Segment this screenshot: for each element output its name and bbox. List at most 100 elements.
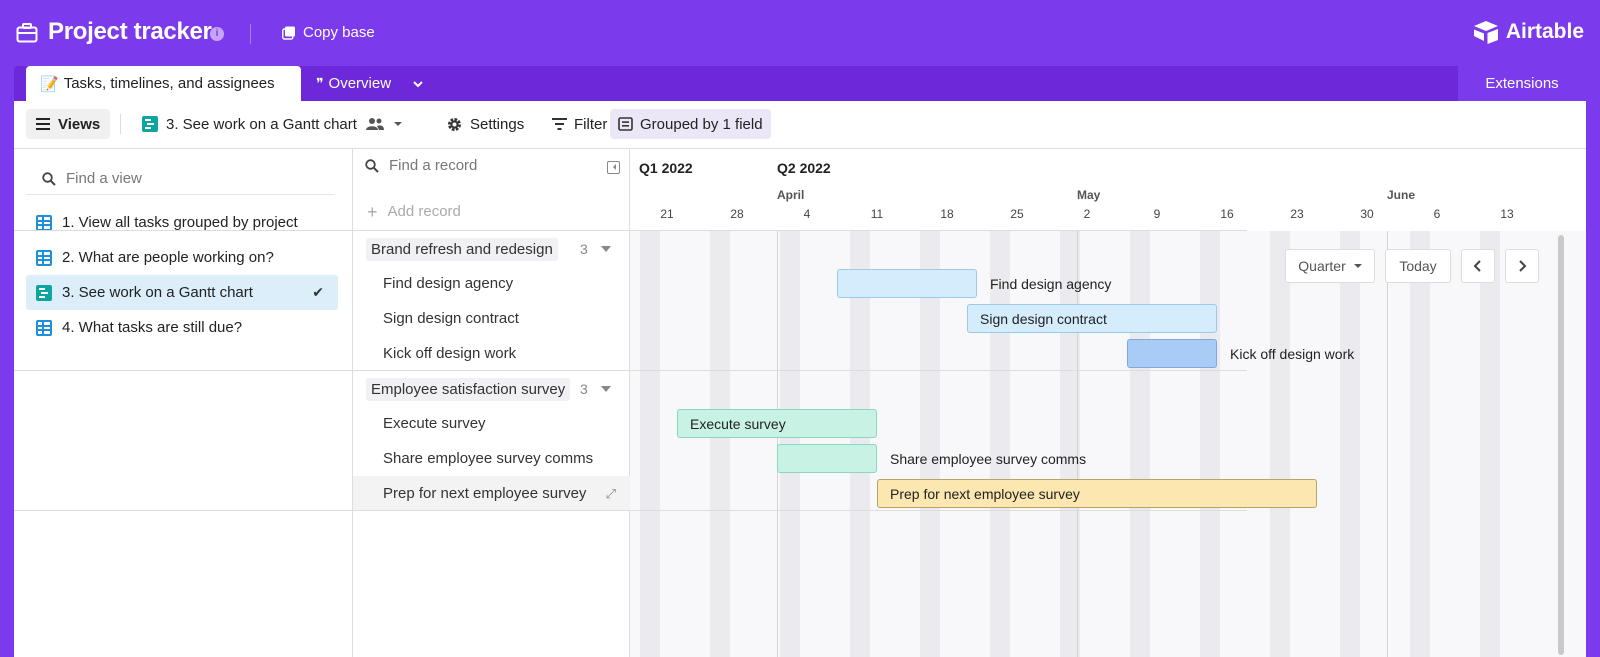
- add-record-button[interactable]: + Add record: [367, 203, 461, 221]
- sidebar-view-3[interactable]: 3. See work on a Gantt chart ✔: [26, 275, 338, 310]
- search-icon: [365, 158, 379, 173]
- sidebar-view-2[interactable]: 2. What are people working on?: [26, 240, 338, 275]
- weekend-stripe: [710, 231, 730, 657]
- current-view-label: 3. See work on a Gantt chart: [166, 115, 357, 133]
- record-row[interactable]: Execute survey: [353, 406, 630, 441]
- group-header[interactable]: Employee satisfaction survey 3: [353, 371, 630, 406]
- search-icon: [42, 171, 56, 186]
- briefcase-icon: [16, 22, 38, 44]
- zoom-select[interactable]: Quarter: [1285, 249, 1375, 283]
- tab-overview[interactable]: ❞ Overview: [316, 66, 391, 101]
- caret-down-icon: [393, 122, 402, 126]
- next-button[interactable]: [1505, 249, 1539, 283]
- record-row[interactable]: Kick off design work: [353, 336, 630, 371]
- tab-overview-label: Overview: [328, 75, 392, 92]
- collapse-panel-icon[interactable]: [607, 161, 620, 174]
- filter-icon: [552, 118, 567, 130]
- airtable-logo-icon: [1473, 21, 1498, 44]
- views-label: Views: [58, 115, 101, 133]
- toolbar-divider: [120, 114, 121, 134]
- gantt-bar-label: Find design agency: [990, 276, 1112, 292]
- filter-label: Filter: [574, 115, 608, 133]
- record-row-label: Prep for next employee survey: [383, 485, 587, 502]
- gantt-bar[interactable]: [837, 269, 977, 298]
- current-view-menu[interactable]: 3. See work on a Gantt chart: [142, 109, 403, 139]
- record-row[interactable]: Share employee survey comms: [353, 441, 630, 476]
- weekend-stripe: [1340, 231, 1360, 657]
- group-label: Grouped by 1 field: [640, 115, 763, 133]
- info-icon[interactable]: i: [210, 27, 224, 41]
- day-tick-label: 21: [660, 207, 674, 221]
- day-tick-label: 11: [870, 207, 884, 221]
- chevron-down-icon[interactable]: [410, 76, 426, 92]
- collaborators-icon: [365, 118, 384, 130]
- day-tick-label: 28: [730, 207, 744, 221]
- views-sidebar: Find a view 1. View all tasks grouped by…: [14, 149, 353, 657]
- expand-icon[interactable]: ⤢: [606, 486, 616, 502]
- filter-button[interactable]: Filter: [544, 109, 615, 139]
- caret-down-icon[interactable]: [601, 246, 611, 252]
- sidebar-view-label: 1. View all tasks grouped by project: [62, 214, 298, 231]
- group-button[interactable]: Grouped by 1 field: [610, 109, 771, 139]
- gantt-bar-label: Share employee survey comms: [890, 451, 1087, 467]
- gear-icon: [448, 117, 461, 131]
- settings-button[interactable]: Settings: [438, 109, 532, 139]
- checkmark-icon: ✔: [312, 284, 324, 300]
- month-label: May: [1077, 188, 1101, 202]
- group-divider: [14, 370, 1247, 371]
- gantt-bar[interactable]: Execute survey: [677, 409, 877, 438]
- group-divider: [14, 510, 1247, 511]
- tab-tasks-label: Tasks, timelines, and assignees: [63, 75, 275, 92]
- view-toolbar: Views 3. See work on a Gantt chart Setti…: [14, 101, 1586, 149]
- caret-down-icon[interactable]: [601, 386, 611, 392]
- group-icon: [618, 117, 633, 131]
- scrollbar-thumb[interactable]: [1558, 235, 1564, 655]
- weekend-stripe: [640, 231, 660, 657]
- memo-emoji-icon: 📝: [40, 75, 59, 93]
- sidebar-view-label: 4. What tasks are still due?: [62, 319, 243, 336]
- grid-icon: [36, 249, 52, 266]
- quarter-label: Q2 2022: [777, 160, 831, 176]
- today-button[interactable]: Today: [1385, 249, 1451, 283]
- table-tabbar: 📝 Tasks, timelines, and assignees ❞ Over…: [14, 66, 1586, 101]
- day-tick-label: 6: [1433, 207, 1441, 221]
- gantt-bar[interactable]: Prep for next employee survey: [877, 479, 1317, 508]
- header-divider: [250, 24, 251, 44]
- sidebar-view-1[interactable]: 1. View all tasks grouped by project: [26, 205, 338, 240]
- gantt-bar[interactable]: Sign design contract: [967, 304, 1217, 333]
- day-tick-label: 25: [1010, 207, 1024, 221]
- sidebar-view-label: 3. See work on a Gantt chart: [62, 284, 253, 301]
- month-label: April: [777, 188, 805, 202]
- copy-base-button[interactable]: Copy base: [282, 24, 375, 41]
- base-title[interactable]: Project tracker: [48, 18, 212, 46]
- day-tick-label: 30: [1360, 207, 1374, 221]
- views-button[interactable]: Views: [26, 109, 111, 139]
- gantt-bar[interactable]: [1127, 339, 1217, 368]
- grid-icon: [36, 319, 52, 336]
- gantt-bar[interactable]: [777, 444, 877, 473]
- airtable-logo[interactable]: Airtable: [1472, 20, 1584, 44]
- extensions-button[interactable]: Extensions: [1456, 66, 1586, 101]
- gantt-timeline: Q1 2022 Q2 2022 April May June 21 28 4 11 18 25 2 9 1…: [630, 149, 1547, 657]
- day-tick-label: 4: [803, 207, 811, 221]
- group-count: 3: [580, 241, 588, 257]
- month-line: [1387, 231, 1388, 657]
- add-record-label: Add record: [387, 203, 461, 220]
- prev-button[interactable]: [1461, 249, 1495, 283]
- record-row[interactable]: Find design agency: [353, 266, 630, 301]
- tab-tasks[interactable]: 📝 Tasks, timelines, and assignees: [26, 66, 301, 101]
- month-label: June: [1387, 188, 1416, 202]
- sidebar-view-4[interactable]: 4. What tasks are still due?: [26, 310, 338, 345]
- find-record-input[interactable]: Find a record: [365, 157, 477, 174]
- copy-icon: [282, 26, 296, 40]
- find-view-input[interactable]: Find a view: [26, 163, 335, 195]
- header-divider: [14, 230, 1247, 231]
- record-row[interactable]: Sign design contract: [353, 301, 630, 336]
- group-header[interactable]: Brand refresh and redesign 3: [353, 231, 630, 266]
- record-row[interactable]: Prep for next employee survey ⤢: [353, 476, 630, 511]
- vertical-scrollbar[interactable]: [1547, 231, 1586, 657]
- app-header: Project tracker i Copy base Airtable: [0, 0, 1600, 66]
- chevron-right-icon: [1519, 260, 1527, 272]
- weekend-stripe: [990, 231, 1010, 657]
- gantt-bar-label: Kick off design work: [1230, 346, 1355, 362]
